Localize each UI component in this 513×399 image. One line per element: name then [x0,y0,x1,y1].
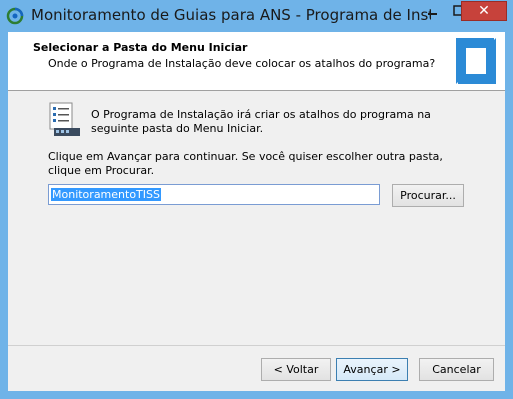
wizard-client-area: Selecionar a Pasta do Menu Iniciar Onde … [8,32,505,391]
cancel-button[interactable]: Cancelar [419,358,494,381]
installer-window: Monitoramento de Guias para ANS - Progra… [0,0,513,399]
app-icon [6,7,24,25]
back-button[interactable]: < Voltar [261,358,331,381]
window-title: Monitoramento de Guias para ANS - Progra… [31,6,431,24]
page-subtitle: Onde o Programa de Instalação deve coloc… [48,57,436,70]
description-text: O Programa de Instalação irá criar os at… [91,108,431,135]
next-button[interactable]: Avançar > [336,358,408,381]
cancel-button-label: Cancelar [432,363,481,376]
minimize-icon [428,13,437,15]
start-menu-folder-input[interactable]: MonitoramentoTISS [48,184,380,205]
folder-input-value: MonitoramentoTISS [51,188,161,201]
folder-list-icon [49,102,80,136]
title-bar[interactable]: Monitoramento de Guias para ANS - Progra… [0,0,513,32]
next-button-label: Avançar > [343,363,401,376]
wizard-header: Selecionar a Pasta do Menu Iniciar Onde … [8,32,505,91]
minimize-button[interactable] [419,1,446,21]
back-button-label: < Voltar [273,363,319,376]
setup-logo-icon [456,38,496,84]
browse-button-label: Procurar... [400,189,456,202]
close-icon: ✕ [478,3,490,19]
page-title: Selecionar a Pasta do Menu Iniciar [33,41,248,54]
close-button[interactable]: ✕ [461,1,507,21]
browse-button[interactable]: Procurar... [392,184,464,207]
instruction-text: Clique em Avançar para continuar. Se voc… [48,150,443,177]
footer-separator [8,345,505,346]
